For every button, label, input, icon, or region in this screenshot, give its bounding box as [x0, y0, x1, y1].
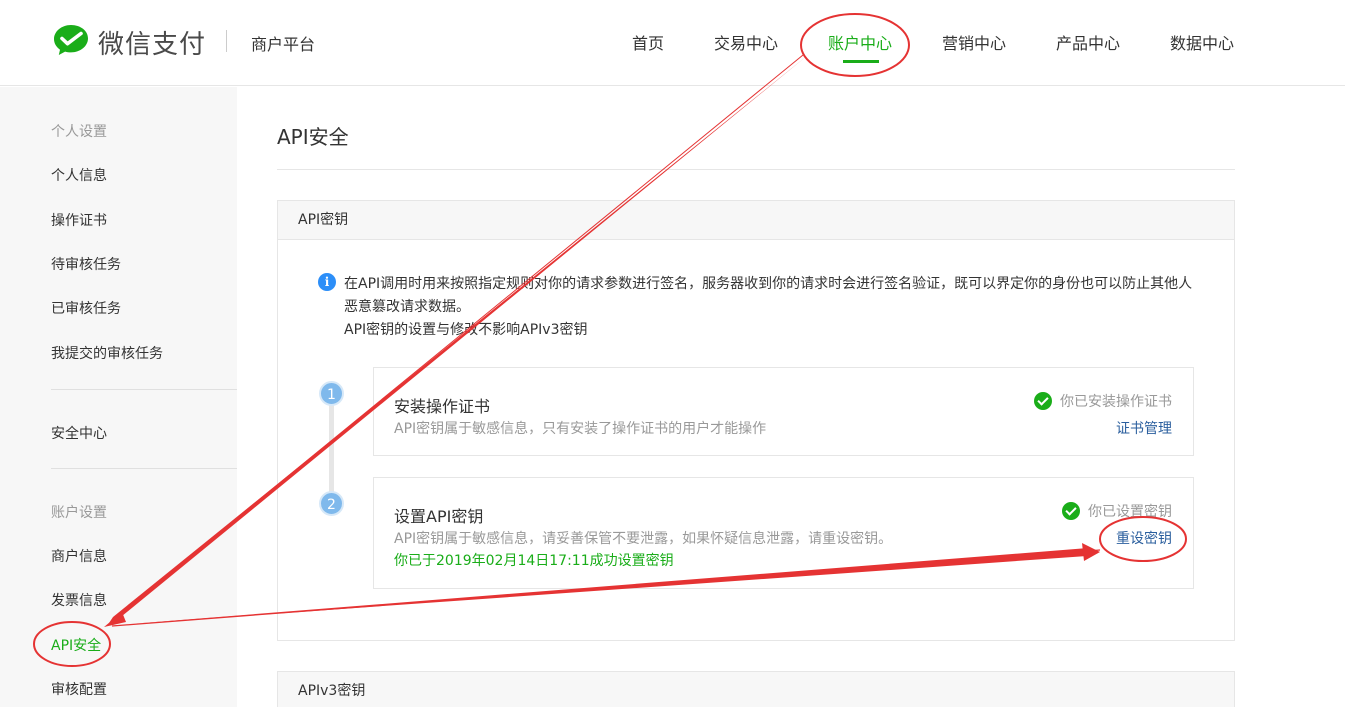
page-title: API安全 — [277, 125, 349, 149]
step-number-1: 1 — [319, 381, 344, 406]
title-divider — [277, 169, 1235, 170]
sidebar-item-certificate[interactable]: 操作证书 — [51, 210, 107, 230]
api-key-panel-heading: API密钥 — [278, 201, 1234, 240]
check-circle-icon — [1034, 392, 1052, 410]
sidebar-divider — [51, 389, 237, 390]
step-title: 安装操作证书 — [394, 397, 491, 416]
info-text-line-3: API密钥的设置与修改不影响APIv3密钥 — [344, 322, 588, 338]
top-header: 微信支付 商户平台 首页 交易中心 账户中心 营销中心 产品中心 数据中心 — [0, 0, 1345, 86]
step-number-2: 2 — [319, 491, 344, 516]
sidebar-item-reviewed-tasks[interactable]: 已审核任务 — [51, 298, 121, 318]
info-text-line-1: 在API调用时用来按照指定规则对你的请求参数进行签名，服务器收到你的请求时会进行… — [344, 276, 1193, 292]
sidebar-item-invoice-info[interactable]: 发票信息 — [51, 590, 107, 610]
sidebar-item-my-submitted-tasks[interactable]: 我提交的审核任务 — [51, 343, 163, 363]
nav-account-center[interactable]: 账户中心 — [828, 30, 892, 54]
sidebar-item-merchant-info[interactable]: 商户信息 — [51, 546, 107, 566]
step-status: 你已安装操作证书 — [1034, 391, 1172, 411]
sidebar-item-personal-info[interactable]: 个人信息 — [51, 165, 107, 185]
step-status-text: 你已设置密钥 — [1088, 504, 1172, 520]
step-connector — [329, 404, 334, 502]
sidebar-item-review-config[interactable]: 审核配置 — [51, 679, 107, 699]
step-description: API密钥属于敏感信息，请妥善保管不要泄露，如果怀疑信息泄露，请重设密钥。 — [394, 531, 893, 547]
active-nav-indicator — [843, 60, 879, 63]
certificate-management-link[interactable]: 证书管理 — [1116, 418, 1172, 438]
nav-marketing[interactable]: 营销中心 — [942, 30, 1006, 54]
key-set-timestamp: 你已于2019年02月14日17:11成功设置密钥 — [394, 553, 674, 569]
nav-data[interactable]: 数据中心 — [1170, 30, 1234, 54]
step-status: 你已设置密钥 — [1062, 501, 1172, 521]
nav-transactions[interactable]: 交易中心 — [714, 30, 778, 54]
nav-products[interactable]: 产品中心 — [1056, 30, 1120, 54]
sidebar-item-security-center[interactable]: 安全中心 — [51, 423, 107, 443]
info-text-line-2: 恶意篡改请求数据。 — [344, 299, 470, 315]
wechat-pay-logo-icon — [54, 25, 88, 55]
step-description: API密钥属于敏感信息，只有安装了操作证书的用户才能操作 — [394, 421, 767, 437]
step-set-api-key: 设置API密钥 API密钥属于敏感信息，请妥善保管不要泄露，如果怀疑信息泄露，请… — [373, 477, 1194, 589]
platform-name: 商户平台 — [251, 35, 316, 54]
sidebar — [0, 87, 237, 707]
sidebar-group-account: 账户设置 — [51, 505, 107, 521]
step-install-certificate: 安装操作证书 API密钥属于敏感信息，只有安装了操作证书的用户才能操作 你已安装… — [373, 367, 1194, 456]
brand-divider — [226, 30, 227, 52]
nav-home[interactable]: 首页 — [632, 30, 664, 54]
reset-key-link[interactable]: 重设密钥 — [1116, 528, 1172, 548]
info-icon: i — [318, 273, 336, 291]
step-status-text: 你已安装操作证书 — [1060, 394, 1172, 410]
brand-name: 微信支付 — [98, 30, 207, 60]
apiv3-key-panel: APIv3密钥 — [277, 671, 1235, 707]
sidebar-divider — [51, 468, 237, 469]
apiv3-key-panel-heading: APIv3密钥 — [278, 672, 1234, 707]
step-title: 设置API密钥 — [394, 507, 484, 526]
check-circle-icon — [1062, 502, 1080, 520]
sidebar-item-api-security[interactable]: API安全 — [51, 635, 101, 655]
sidebar-item-pending-tasks[interactable]: 待审核任务 — [51, 254, 121, 274]
sidebar-group-personal: 个人设置 — [51, 124, 107, 140]
